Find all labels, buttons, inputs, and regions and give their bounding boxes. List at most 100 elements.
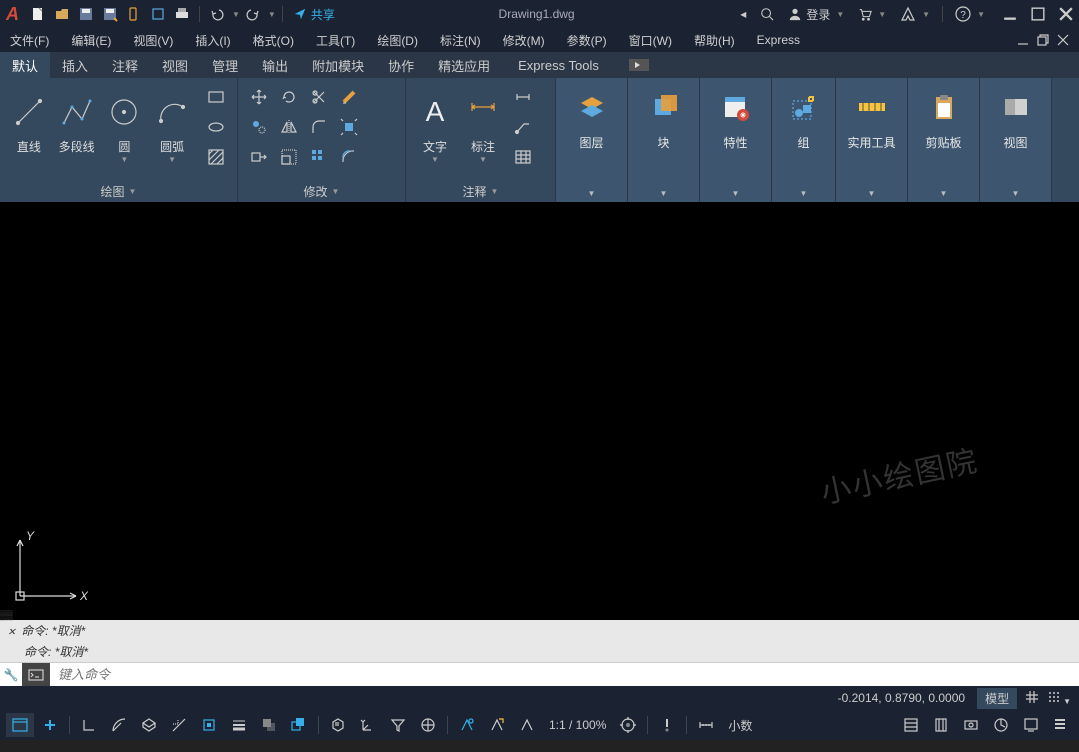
app-logo-icon[interactable]: A xyxy=(6,4,19,25)
menu-dimension[interactable]: 标注(N) xyxy=(440,32,481,49)
panel-layers[interactable]: 图层 ▼ xyxy=(556,78,628,202)
hardware-accel-icon[interactable] xyxy=(987,713,1015,737)
gizmo-icon[interactable] xyxy=(414,713,442,737)
command-input[interactable] xyxy=(50,667,1079,682)
clean-screen-icon[interactable] xyxy=(1017,713,1045,737)
trim-icon[interactable] xyxy=(306,84,332,110)
panel-properties[interactable]: 特性 ▼ xyxy=(700,78,772,202)
menu-view[interactable]: 视图(V) xyxy=(133,32,173,49)
tab-insert[interactable]: 插入 xyxy=(50,52,100,78)
offset-icon[interactable] xyxy=(336,144,362,170)
tab-addins[interactable]: 附加模块 xyxy=(300,52,376,78)
array-icon[interactable] xyxy=(306,144,332,170)
isolate-objects-icon[interactable] xyxy=(957,713,985,737)
rectangle-icon[interactable] xyxy=(203,84,229,110)
saveas-icon[interactable] xyxy=(99,3,121,25)
polyline-button[interactable]: 多段线 xyxy=(56,84,98,155)
move-icon[interactable] xyxy=(246,84,272,110)
share-button[interactable]: 共享 xyxy=(289,6,339,23)
maximize-icon[interactable] xyxy=(1031,7,1045,21)
dynamic-ucs-icon[interactable] xyxy=(354,713,382,737)
drawing-canvas[interactable]: 小小绘图院 Y X ▒▒ xyxy=(0,202,1079,620)
scale-readout[interactable]: 1:1 / 100% xyxy=(543,718,612,732)
tab-view[interactable]: 视图 xyxy=(150,52,200,78)
mirror-icon[interactable] xyxy=(276,114,302,140)
3d-osnap-icon[interactable] xyxy=(324,713,352,737)
menu-window[interactable]: 窗口(W) xyxy=(629,32,672,49)
polar-icon[interactable] xyxy=(105,713,133,737)
tab-featured[interactable]: 精选应用 xyxy=(426,52,502,78)
panel-utilities[interactable]: 实用工具 ▼ xyxy=(836,78,908,202)
line-button[interactable]: 直线 xyxy=(8,84,50,155)
menu-draw[interactable]: 绘图(D) xyxy=(377,32,418,49)
menu-insert[interactable]: 插入(I) xyxy=(195,32,230,49)
panel-clipboard[interactable]: 剪贴板 ▼ xyxy=(908,78,980,202)
panel-view[interactable]: 视图 ▼ xyxy=(980,78,1052,202)
leader-icon[interactable] xyxy=(510,114,536,140)
isodraft-icon[interactable] xyxy=(135,713,163,737)
ellipse-icon[interactable] xyxy=(203,114,229,140)
mdi-minimize-icon[interactable] xyxy=(1017,34,1029,46)
panel-modify-label[interactable]: 修改 xyxy=(304,183,328,200)
coordinates-readout[interactable]: -0.2014, 0.8790, 0.0000 xyxy=(838,691,965,705)
search-icon[interactable] xyxy=(754,7,780,21)
circle-button[interactable]: 圆▼ xyxy=(104,84,146,164)
osnap-2d-icon[interactable] xyxy=(195,713,223,737)
lock-ui-icon[interactable] xyxy=(927,713,955,737)
help-icon[interactable]: ?▼ xyxy=(949,6,991,22)
web-mobile-icon[interactable] xyxy=(123,3,145,25)
menu-help[interactable]: 帮助(H) xyxy=(694,32,735,49)
workspace-icon[interactable] xyxy=(614,713,642,737)
explode-icon[interactable] xyxy=(336,114,362,140)
stretch-icon[interactable] xyxy=(246,144,272,170)
lineweight-icon[interactable] xyxy=(225,713,253,737)
menu-edit[interactable]: 编辑(E) xyxy=(71,32,111,49)
tab-annotate[interactable]: 注释 xyxy=(100,52,150,78)
redo-icon[interactable] xyxy=(242,3,264,25)
model-tab-icon[interactable] xyxy=(6,713,34,737)
transparency-icon[interactable] xyxy=(255,713,283,737)
mdi-restore-icon[interactable] xyxy=(1037,34,1049,46)
menu-file[interactable]: 文件(F) xyxy=(10,32,49,49)
plot-icon[interactable] xyxy=(171,3,193,25)
cloud-icon[interactable] xyxy=(147,3,169,25)
annotation-scale-icon[interactable] xyxy=(513,713,541,737)
scale-icon[interactable] xyxy=(276,144,302,170)
autoscale-icon[interactable] xyxy=(483,713,511,737)
menu-modify[interactable]: 修改(M) xyxy=(503,32,545,49)
linear-dim-icon[interactable] xyxy=(510,84,536,110)
selection-cycling-icon[interactable] xyxy=(285,713,313,737)
qnew-icon[interactable] xyxy=(27,3,49,25)
search-dropdown-icon[interactable]: ◂ xyxy=(734,7,752,21)
quick-properties-icon[interactable] xyxy=(897,713,925,737)
grid-dots-icon[interactable]: ▼ xyxy=(1047,690,1071,707)
cart-icon[interactable]: ▼ xyxy=(852,7,892,21)
customization-menu-icon[interactable] xyxy=(1047,717,1073,734)
fillet-icon[interactable] xyxy=(306,114,332,140)
tab-output[interactable]: 输出 xyxy=(250,52,300,78)
tab-panel-toggle-icon[interactable] xyxy=(619,52,659,78)
panel-group[interactable]: 组 ▼ xyxy=(772,78,836,202)
login-button[interactable]: 登录 ▼ xyxy=(782,6,850,23)
panel-draw-label[interactable]: 绘图 xyxy=(101,183,125,200)
panel-block[interactable]: 块 ▼ xyxy=(628,78,700,202)
panel-annotate-label[interactable]: 注释 xyxy=(463,183,487,200)
copy-icon[interactable] xyxy=(246,114,272,140)
menu-parametric[interactable]: 参数(P) xyxy=(567,32,607,49)
annotation-monitor-icon[interactable] xyxy=(653,713,681,737)
resize-grip-icon[interactable]: ▒▒ xyxy=(0,610,13,620)
grid-display-icon[interactable] xyxy=(1025,690,1039,707)
open-icon[interactable] xyxy=(51,3,73,25)
autodesk-app-icon[interactable]: ▼ xyxy=(894,6,936,22)
minimize-icon[interactable] xyxy=(1003,7,1017,21)
units-readout[interactable]: 小数 xyxy=(722,717,758,734)
dimension-button[interactable]: 标注▼ xyxy=(462,84,504,164)
tab-manage[interactable]: 管理 xyxy=(200,52,250,78)
menu-express[interactable]: Express xyxy=(757,33,800,47)
tab-collab[interactable]: 协作 xyxy=(376,52,426,78)
customize-cmd-icon[interactable]: 🔧 xyxy=(0,668,22,682)
menu-tools[interactable]: 工具(T) xyxy=(316,32,355,49)
selection-filter-icon[interactable] xyxy=(384,713,412,737)
tab-default[interactable]: 默认 xyxy=(0,52,50,78)
units-icon[interactable] xyxy=(692,713,720,737)
